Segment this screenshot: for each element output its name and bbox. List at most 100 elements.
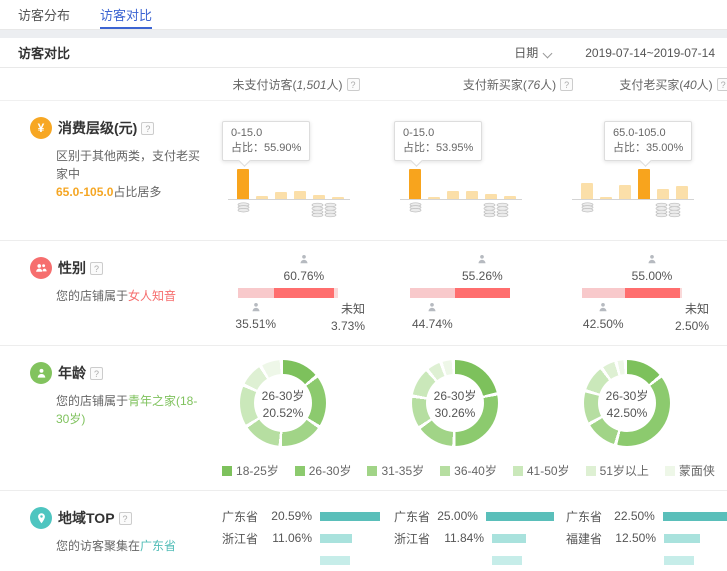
date-range-value[interactable]: 2019-07-14~2019-07-14 xyxy=(585,46,715,60)
gender-bar xyxy=(582,288,682,298)
help-icon[interactable]: ? xyxy=(717,78,727,91)
help-icon[interactable]: ? xyxy=(90,367,103,380)
mini-bar[interactable] xyxy=(619,185,631,199)
legend-swatch xyxy=(367,466,377,476)
mini-bar[interactable] xyxy=(237,169,249,199)
male-stat: 44.74% xyxy=(392,301,472,331)
coin-small-icon xyxy=(580,202,595,216)
legend-label: 31-35岁 xyxy=(381,462,424,479)
unknown-segment xyxy=(334,288,338,298)
help-icon[interactable]: ? xyxy=(119,512,132,525)
legend-item[interactable]: 26-30岁 xyxy=(295,462,352,479)
mini-bar[interactable] xyxy=(466,191,478,199)
mini-bar[interactable] xyxy=(294,191,306,199)
section-title: 性别 xyxy=(58,258,86,278)
tab-visitor-comparison[interactable]: 访客对比 xyxy=(100,0,152,29)
section-consumption-level: ¥ 消费层级(元) ? 区别于其他两类，支付老买家中 65.0-105.0占比居… xyxy=(0,101,727,241)
region-row xyxy=(210,549,382,571)
tab-label: 访客分布 xyxy=(18,5,70,24)
female-segment xyxy=(625,288,680,298)
gender-chart[interactable]: 55.26% 44.74% 未知 xyxy=(382,241,554,345)
age-donut-chart[interactable]: 26-30岁 42.50% xyxy=(584,360,670,446)
consume-bar-chart[interactable]: 65.0-105.0占比：35.00% xyxy=(554,101,727,240)
yen-icon: ¥ xyxy=(30,117,52,139)
panel-title: 访客对比 xyxy=(18,43,70,62)
legend-swatch xyxy=(586,466,596,476)
x-axis-line xyxy=(228,199,350,200)
mini-bar[interactable] xyxy=(657,189,669,199)
region-list: 广东省25.00% 浙江省11.84% xyxy=(382,491,554,571)
legend-item[interactable]: 31-35岁 xyxy=(367,462,424,479)
legend-label: 蒙面侠 xyxy=(679,462,715,479)
column-header-row: 未支付访客(1,501人)? 支付新买家(76人)? 支付老买家(40人)? xyxy=(0,68,727,101)
gender-bar xyxy=(410,288,510,298)
age-donut-chart[interactable]: 26-30岁 20.52% xyxy=(240,360,326,446)
region-bar xyxy=(663,512,727,521)
legend-label: 26-30岁 xyxy=(309,462,352,479)
region-bar xyxy=(664,556,694,565)
tab-label: 访客对比 xyxy=(100,5,152,24)
female-stat: 55.26% xyxy=(442,253,522,283)
coins-stack-icon xyxy=(482,202,510,221)
region-row xyxy=(554,549,727,571)
region-bar xyxy=(320,512,380,521)
male-segment xyxy=(582,288,625,298)
gender-bar xyxy=(238,288,338,298)
unknown-stat: 未知 3.73% xyxy=(305,301,365,335)
help-icon[interactable]: ? xyxy=(347,78,360,91)
mini-bar[interactable] xyxy=(638,169,650,199)
location-pin-icon xyxy=(30,507,52,529)
section-desc: 您的访客聚集在广东省 xyxy=(56,537,210,555)
legend-item[interactable]: 41-50岁 xyxy=(513,462,570,479)
legend-swatch xyxy=(440,466,450,476)
region-bar xyxy=(320,534,352,543)
section-title: 消费层级(元) xyxy=(58,118,137,138)
chart-tooltip: 65.0-105.0占比：35.00% xyxy=(604,121,692,161)
section-age: 年龄 ? 您的店铺属于青年之家(18-30岁) 26-30岁 20.52% 26… xyxy=(0,346,727,491)
age-donut-chart[interactable]: 26-30岁 30.26% xyxy=(412,360,498,446)
chart-tooltip: 0-15.0占比：55.90% xyxy=(222,121,310,161)
gender-chart[interactable]: 55.00% 42.50% 未知 2.50% xyxy=(554,241,727,345)
region-bar xyxy=(320,556,350,565)
date-dropdown-label: 日期 xyxy=(514,46,538,60)
donut-center-label: 26-30岁 42.50% xyxy=(584,360,670,446)
legend-item[interactable]: 36-40岁 xyxy=(440,462,497,479)
help-icon[interactable]: ? xyxy=(141,122,154,135)
legend-item[interactable]: 蒙面侠 xyxy=(665,462,715,479)
mini-bar[interactable] xyxy=(275,192,287,199)
legend-label: 41-50岁 xyxy=(527,462,570,479)
mini-bar[interactable] xyxy=(676,186,688,199)
chevron-down-icon xyxy=(543,49,553,59)
section-title: 年龄 xyxy=(58,363,86,383)
mini-bar-series xyxy=(237,167,344,199)
date-dropdown[interactable]: 日期 xyxy=(514,44,551,61)
mini-bar[interactable] xyxy=(447,191,459,199)
consume-bar-chart[interactable]: 0-15.0占比：55.90% xyxy=(210,101,382,240)
region-bar xyxy=(664,534,700,543)
legend-label: 51岁以上 xyxy=(600,462,649,479)
male-stat: 42.50% xyxy=(563,301,643,331)
x-axis-line xyxy=(400,199,522,200)
help-icon[interactable]: ? xyxy=(90,262,103,275)
region-row: 浙江省11.06% xyxy=(210,527,382,549)
mini-bar[interactable] xyxy=(581,183,593,199)
top-tab-bar: 访客分布 访客对比 xyxy=(0,0,727,30)
legend-item[interactable]: 18-25岁 xyxy=(222,462,279,479)
help-icon[interactable]: ? xyxy=(560,78,573,91)
section-desc: 您的店铺属于青年之家(18-30岁) xyxy=(56,392,210,428)
tab-visitor-distribution[interactable]: 访客分布 xyxy=(18,0,70,29)
legend-label: 36-40岁 xyxy=(454,462,497,479)
column-header-returning-buyers: 支付老买家(40人)? xyxy=(588,76,727,93)
chart-tooltip: 0-15.0占比：53.95% xyxy=(394,121,482,161)
legend-item[interactable]: 51岁以上 xyxy=(586,462,649,479)
region-row: 广东省22.50% xyxy=(554,505,727,527)
mini-bar[interactable] xyxy=(409,169,421,199)
gender-chart[interactable]: 60.76% 35.51% 未知 3.73% xyxy=(210,241,382,345)
region-row: 广东省25.00% xyxy=(382,505,554,527)
column-header-unpaid-visitors: 未支付访客(1,501人)? xyxy=(210,76,382,93)
consume-bar-chart[interactable]: 0-15.0占比：53.95% xyxy=(382,101,554,240)
unknown-stat: 未知 2.50% xyxy=(649,301,709,335)
donut-center-label: 26-30岁 20.52% xyxy=(240,360,326,446)
male-segment xyxy=(238,288,274,298)
female-segment xyxy=(274,288,335,298)
